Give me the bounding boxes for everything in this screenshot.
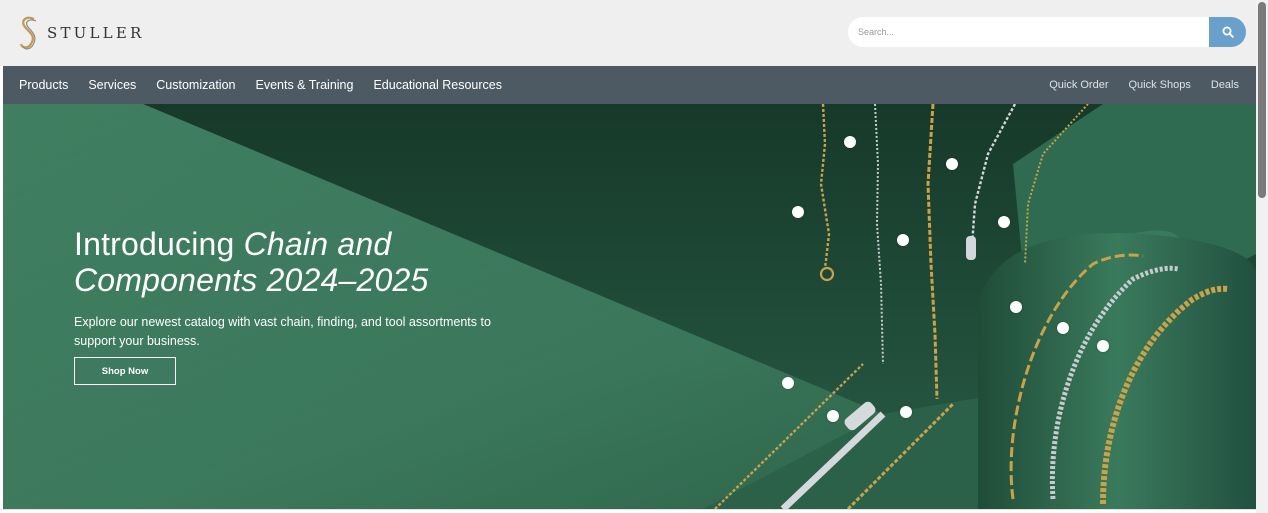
product-hotspot[interactable]	[844, 136, 856, 148]
hero-banner[interactable]: Introducing Chain and Components 2024–20…	[3, 104, 1256, 509]
hero-title-emphasis-1: Chain and	[243, 226, 392, 262]
hero-title: Introducing Chain and Components 2024–20…	[74, 226, 514, 298]
product-hotspot[interactable]	[1057, 322, 1069, 334]
nav-events-training[interactable]: Events & Training	[255, 78, 353, 92]
page-content-edge	[0, 509, 1256, 513]
hero-title-emphasis-2: Components 2024–2025	[74, 262, 429, 298]
chain-product-image	[3, 104, 1256, 509]
page-scrollbar[interactable]	[1256, 0, 1268, 513]
nav-quick-order[interactable]: Quick Order	[1049, 79, 1108, 91]
product-hotspot[interactable]	[1010, 301, 1022, 313]
product-hotspot[interactable]	[1097, 340, 1109, 352]
product-hotspot[interactable]	[782, 377, 794, 389]
nav-services[interactable]: Services	[88, 78, 136, 92]
hero-description: Explore our newest catalog with vast cha…	[74, 315, 491, 348]
site-header: STULLER	[0, 0, 1256, 66]
product-hotspot[interactable]	[998, 216, 1010, 228]
search-bar	[848, 17, 1246, 47]
primary-nav: Products Services Customization Events &…	[19, 66, 522, 104]
hero-title-intro: Introducing	[74, 226, 244, 262]
product-hotspot[interactable]	[827, 410, 839, 422]
product-hotspot[interactable]	[792, 206, 804, 218]
search-button[interactable]	[1209, 17, 1246, 47]
search-icon	[1222, 26, 1234, 38]
nav-products[interactable]: Products	[19, 78, 68, 92]
nav-customization[interactable]: Customization	[156, 78, 235, 92]
stuller-logo[interactable]: STULLER	[17, 14, 145, 52]
nav-quick-shops[interactable]: Quick Shops	[1129, 79, 1191, 91]
brand-name: STULLER	[47, 24, 145, 42]
nav-deals[interactable]: Deals	[1211, 79, 1239, 91]
scrollbar-thumb[interactable]	[1258, 2, 1266, 198]
stuller-s-logo-icon	[19, 16, 37, 50]
product-hotspot[interactable]	[946, 158, 958, 170]
product-hotspot[interactable]	[897, 234, 909, 246]
utility-nav: Quick Order Quick Shops Deals	[1029, 66, 1239, 104]
search-input[interactable]	[848, 17, 1210, 47]
nav-educational-resources[interactable]: Educational Resources	[373, 78, 502, 92]
product-hotspot[interactable]	[900, 406, 912, 418]
main-nav: Products Services Customization Events &…	[3, 66, 1256, 104]
shop-now-button[interactable]: Shop Now	[74, 357, 176, 385]
